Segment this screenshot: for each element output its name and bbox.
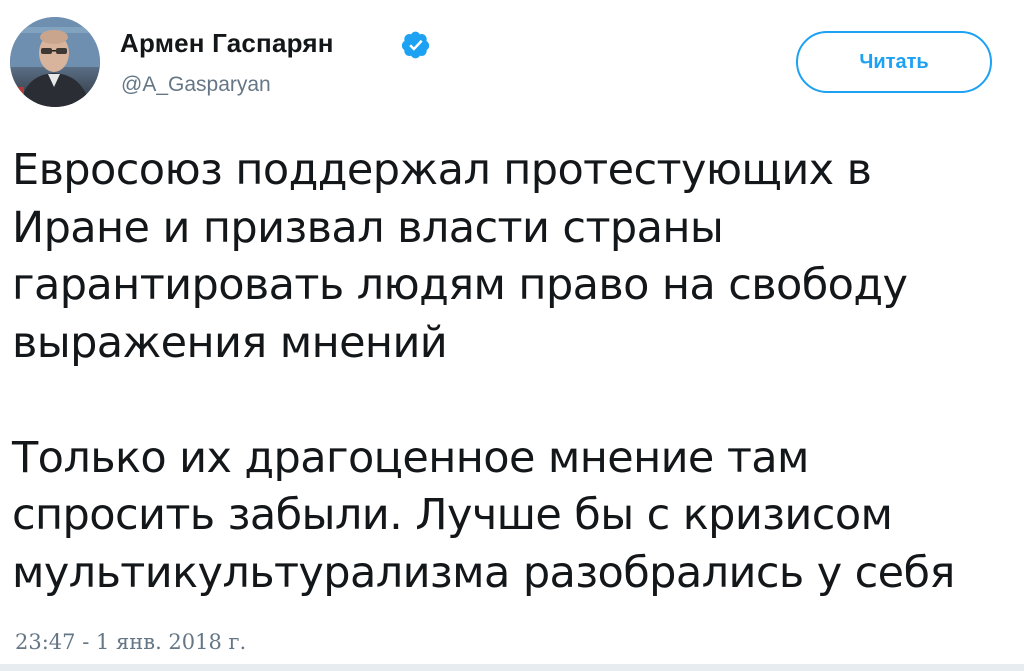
verified-badge-icon bbox=[401, 31, 430, 59]
follow-button[interactable]: Читать bbox=[796, 31, 992, 93]
tweet-timestamp[interactable]: 23:47 - 1 янв. 2018 г. bbox=[15, 630, 246, 654]
tweet-text-line: выражения мнений bbox=[12, 317, 448, 368]
author-name[interactable]: Армен Гаспарян bbox=[120, 28, 334, 59]
tweet-card: Армен Гаспарян @A_Gasparyan Читать Еврос… bbox=[0, 0, 1024, 671]
tweet-text-line: Только их драгоценное мнение там bbox=[12, 432, 810, 483]
tweet-text: Евросоюз поддержал протестующих в Иране … bbox=[12, 142, 1012, 602]
tweet-text-line: Иране и призвал власти страны bbox=[12, 202, 724, 253]
avatar[interactable] bbox=[10, 17, 100, 107]
author-handle[interactable]: @A_Gasparyan bbox=[121, 73, 271, 97]
tweet-text-line: Евросоюз поддержал протестующих в bbox=[12, 145, 872, 195]
tweet-text-line: мультикультурализма разобрались у себя bbox=[12, 547, 955, 598]
tweet-text-line: гарантировать людям право на свободу bbox=[12, 260, 908, 310]
divider bbox=[0, 664, 1024, 671]
tweet-text-line: спросить забыли. Лучше бы с кризисом bbox=[12, 490, 893, 540]
avatar-photo-icon bbox=[10, 17, 100, 107]
